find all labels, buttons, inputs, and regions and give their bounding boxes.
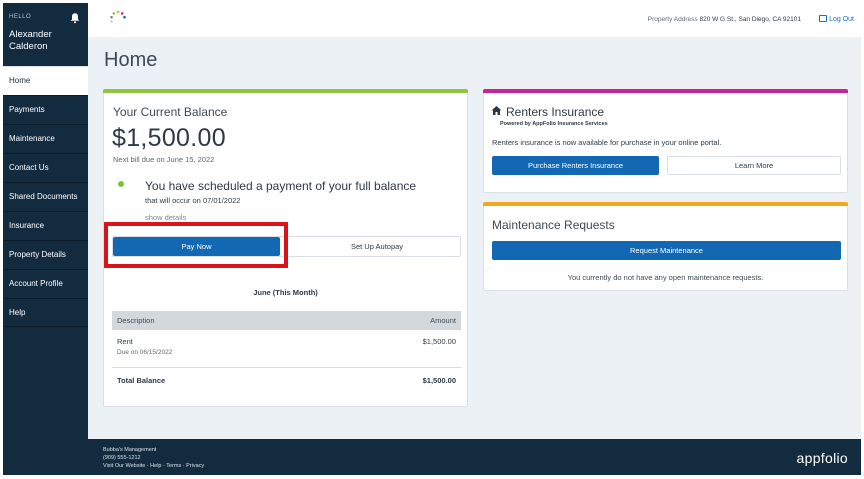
- user-first-name: Alexander: [9, 29, 52, 40]
- top-bar: Property Address 820 W G St., San Diego,…: [88, 3, 861, 37]
- home-icon: [491, 106, 502, 115]
- app-root: HELLO Alexander Calderon Home Payments M…: [0, 0, 864, 479]
- balance-card-accent: [103, 89, 468, 93]
- no-requests-message: You currently do not have any open maint…: [567, 273, 764, 282]
- powered-by-text: Powered by AppFolio Insurance Services: [500, 121, 608, 127]
- logout-icon: [819, 15, 828, 22]
- logout-link[interactable]: Log Out: [819, 15, 854, 23]
- company-logo-icon: [110, 10, 126, 23]
- charge-description: Rent: [117, 337, 133, 346]
- renters-card-accent: [483, 89, 848, 93]
- next-bill-due: Next bill due on June 15, 2022: [113, 155, 215, 164]
- balance-title: Your Current Balance: [113, 105, 228, 119]
- sidebar-item-help[interactable]: Help: [3, 298, 88, 327]
- property-address-value: 820 W G St., San Diego, CA 92101: [699, 16, 801, 23]
- user-last-name: Calderon: [9, 41, 48, 52]
- appfolio-logo: appfolio: [796, 450, 848, 466]
- page-title: Home: [104, 49, 158, 71]
- renters-insurance-card: Renters Insurance Powered by AppFolio In…: [483, 89, 848, 193]
- bell-icon[interactable]: [69, 12, 81, 24]
- footer-phone: (909) 555-1212: [103, 455, 141, 461]
- column-description: Description: [117, 316, 155, 325]
- total-balance-amount: $1,500.00: [422, 376, 456, 385]
- footer: Bubba's Management (909) 555-1212 Visit …: [88, 439, 861, 475]
- total-balance-row: Total Balance $1,500.00: [112, 376, 461, 390]
- sidebar-item-maintenance[interactable]: Maintenance: [3, 124, 88, 153]
- set-up-autopay-button[interactable]: Set Up Autopay: [293, 237, 461, 256]
- table-divider: [112, 367, 461, 368]
- request-maintenance-button[interactable]: Request Maintenance: [492, 241, 841, 260]
- renters-insurance-title: Renters Insurance: [506, 105, 605, 119]
- learn-more-button[interactable]: Learn More: [667, 156, 841, 175]
- sidebar-item-shared-documents[interactable]: Shared Documents: [3, 182, 88, 211]
- billing-month-label: June (This Month): [253, 288, 318, 297]
- sidebar-user-name: Alexander Calderon: [9, 29, 52, 53]
- maintenance-card-accent: [483, 202, 848, 206]
- sidebar-item-insurance[interactable]: Insurance: [3, 211, 88, 240]
- property-address: Property Address 820 W G St., San Diego,…: [648, 16, 801, 23]
- scheduled-payment-date: that will occur on 07/01/2022: [145, 196, 241, 205]
- charge-amount: $1,500.00: [422, 337, 456, 346]
- footer-company: Bubba's Management: [103, 447, 157, 453]
- pay-now-highlight: [104, 222, 288, 268]
- column-amount: Amount: [430, 316, 456, 325]
- property-address-label: Property Address: [647, 16, 698, 23]
- renters-insurance-description: Renters insurance is now available for p…: [492, 138, 722, 147]
- sidebar-greeting: HELLO: [9, 14, 32, 20]
- sidebar-item-payments[interactable]: Payments: [3, 95, 88, 124]
- maintenance-requests-card: Maintenance Requests Request Maintenance…: [483, 202, 848, 291]
- footer-links[interactable]: Visit Our Website · Help · Terms · Priva…: [103, 463, 204, 469]
- table-row: Rent Due on 06/15/2022 $1,500.00: [112, 335, 461, 361]
- purchase-renters-insurance-button[interactable]: Purchase Renters Insurance: [492, 156, 659, 175]
- scheduled-status-dot: [118, 181, 124, 187]
- maintenance-title: Maintenance Requests: [492, 218, 615, 232]
- sidebar-item-home[interactable]: Home: [3, 66, 88, 95]
- scheduled-payment-text: You have scheduled a payment of your ful…: [145, 179, 417, 193]
- sidebar: HELLO Alexander Calderon Home Payments M…: [3, 3, 88, 475]
- total-balance-label: Total Balance: [117, 376, 166, 385]
- show-details-link[interactable]: show details: [145, 213, 186, 222]
- sidebar-item-property-details[interactable]: Property Details: [3, 240, 88, 269]
- sidebar-nav: Home Payments Maintenance Contact Us Sha…: [3, 66, 88, 327]
- logout-label: Log Out: [829, 16, 854, 23]
- sidebar-item-account-profile[interactable]: Account Profile: [3, 269, 88, 298]
- charges-table-header: Description Amount: [112, 311, 461, 330]
- charge-due-date: Due on 06/15/2022: [117, 349, 173, 356]
- sidebar-item-contact-us[interactable]: Contact Us: [3, 153, 88, 182]
- balance-amount: $1,500.00: [112, 124, 226, 152]
